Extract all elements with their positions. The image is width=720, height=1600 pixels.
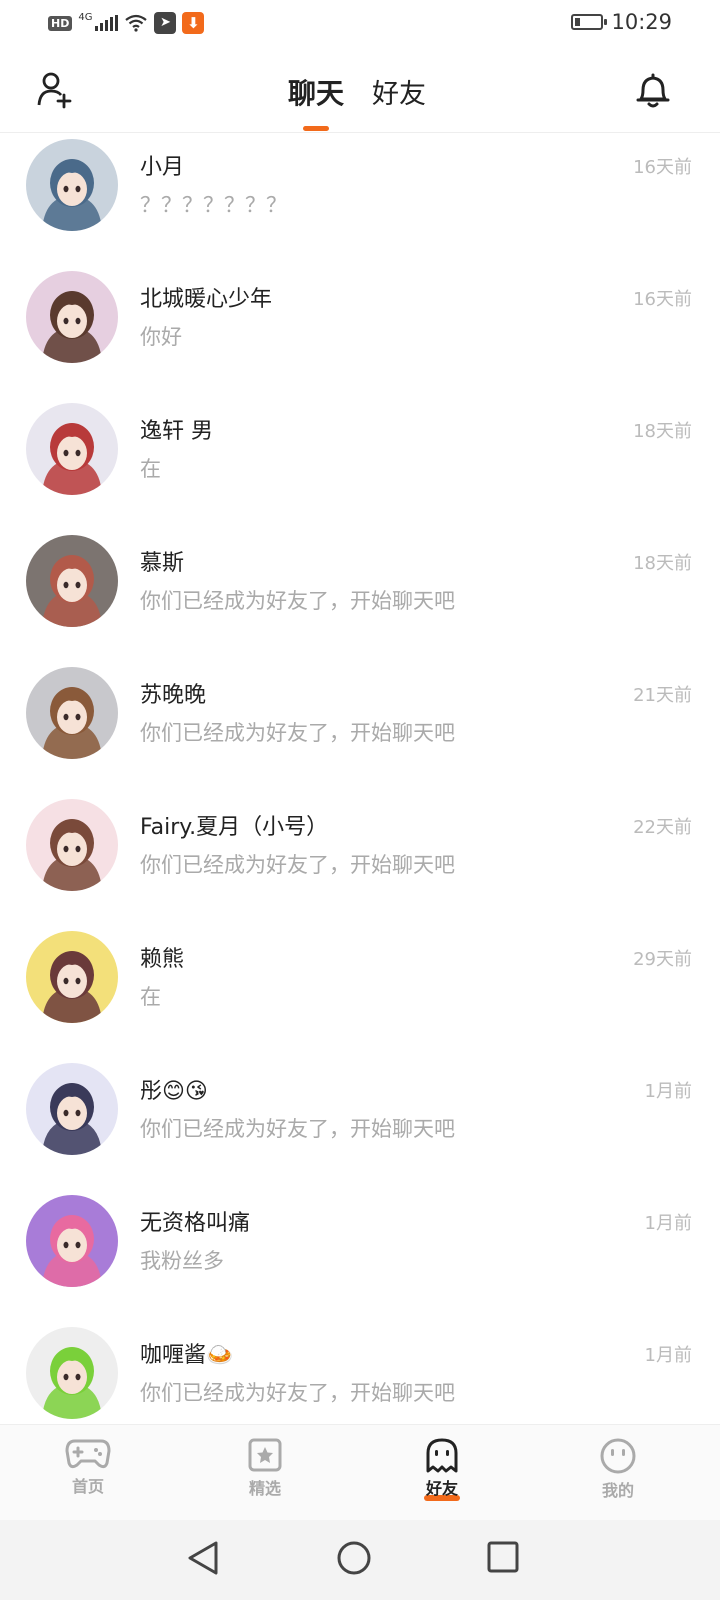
contact-name: 无资格叫痛	[140, 1211, 251, 1236]
message-time: 1月前	[644, 1213, 692, 1234]
hd-badge: HD	[48, 15, 73, 31]
last-message: 我粉丝多	[140, 1249, 224, 1273]
last-message: 你们已经成为好友了，开始聊天吧	[140, 853, 455, 877]
back-icon[interactable]	[186, 1540, 220, 1576]
chat-list-item[interactable]: 北城暖心少年 你好 16天前	[0, 265, 720, 397]
ghost-icon	[426, 1438, 458, 1473]
home-circle-icon[interactable]	[336, 1540, 372, 1576]
avatar[interactable]	[26, 799, 118, 891]
contact-name: 北城暖心少年	[140, 287, 273, 312]
app-notification-icon: ➤	[154, 12, 177, 34]
avatar[interactable]	[26, 931, 118, 1023]
message-time: 16天前	[633, 289, 692, 310]
status-bar: HD 4G ➤ ⬇ 10:29	[0, 0, 720, 50]
active-tab-indicator	[303, 126, 329, 131]
chat-list-item[interactable]: Fairy.夏月（小号） 你们已经成为好友了，开始聊天吧 22天前	[0, 793, 720, 925]
message-time: 18天前	[633, 553, 692, 574]
message-time: 1月前	[644, 1345, 692, 1366]
tab-chat[interactable]: 聊天	[288, 72, 344, 112]
avatar[interactable]	[26, 271, 118, 363]
message-time: 29天前	[633, 949, 692, 970]
clock: 10:29	[611, 10, 672, 34]
status-left: HD 4G ➤ ⬇	[48, 11, 205, 34]
chat-list-item[interactable]: 小月 ？？？？？？？ 16天前	[0, 133, 720, 265]
last-message: 你们已经成为好友了，开始聊天吧	[140, 1117, 455, 1141]
nav-featured[interactable]: 精选	[225, 1437, 305, 1499]
avatar[interactable]	[26, 403, 118, 495]
chat-list-item[interactable]: 赖熊在 29天前	[0, 925, 720, 1057]
avatar[interactable]	[26, 139, 118, 231]
last-message: 你们已经成为好友了，开始聊天吧	[140, 589, 455, 613]
avatar[interactable]	[26, 1195, 118, 1287]
avatar[interactable]	[26, 1063, 118, 1155]
message-time: 22天前	[633, 817, 692, 838]
chat-list-item[interactable]: 苏晚晚你们已经成为好友了，开始聊天吧 21天前	[0, 661, 720, 793]
network-type: 4G	[78, 11, 93, 23]
avatar[interactable]	[26, 667, 118, 759]
chat-list-item[interactable]: 彤😊😘 你们已经成为好友了，开始聊天吧 1月前	[0, 1057, 720, 1189]
star-card-icon	[248, 1438, 282, 1472]
contact-name: 慕斯	[140, 551, 185, 576]
contact-name: Fairy.夏月（小号）	[140, 815, 329, 840]
contact-name: 咖喱酱🍛	[140, 1343, 234, 1368]
chat-list-item[interactable]: 逸轩 男在 18天前	[0, 397, 720, 529]
nav-home-label: 首页	[71, 1477, 104, 1496]
last-message: 在	[140, 457, 161, 481]
face-icon	[600, 1438, 636, 1474]
bottom-nav: 首页 精选 好友 我的	[0, 1424, 720, 1521]
nav-friends[interactable]: 好友	[402, 1437, 482, 1501]
tab-friends[interactable]: 好友	[372, 72, 426, 111]
last-message: 你好	[140, 325, 182, 349]
last-message: 你们已经成为好友了，开始聊天吧	[140, 1381, 455, 1405]
top-header: 聊天 好友	[0, 50, 720, 133]
contact-name: 赖熊	[140, 947, 185, 972]
message-time: 16天前	[633, 157, 692, 178]
chat-list-item[interactable]: 慕斯你们已经成为好友了，开始聊天吧 18天前	[0, 529, 720, 661]
nav-friends-label: 好友	[425, 1479, 458, 1498]
tab-bar: 聊天 好友	[0, 50, 720, 133]
avatar[interactable]	[26, 1327, 118, 1419]
message-time: 18天前	[633, 421, 692, 442]
last-message: ？？？？？？？	[140, 193, 287, 217]
recents-icon[interactable]	[487, 1540, 519, 1574]
battery-icon	[571, 14, 608, 30]
message-time: 1月前	[644, 1081, 692, 1102]
message-time: 21天前	[633, 685, 692, 706]
last-message: 在	[140, 985, 161, 1009]
nav-me[interactable]: 我的	[578, 1437, 658, 1501]
chat-list-item[interactable]: 无资格叫痛我粉丝多 1月前	[0, 1189, 720, 1321]
status-right: 10:29	[571, 10, 672, 34]
gamepad-icon	[65, 1439, 111, 1469]
nav-me-label: 我的	[601, 1481, 634, 1500]
avatar[interactable]	[26, 535, 118, 627]
nav-home[interactable]: 首页	[48, 1437, 128, 1497]
last-message: 你们已经成为好友了，开始聊天吧	[140, 721, 455, 745]
contact-name: 苏晚晚	[140, 683, 207, 708]
bell-icon[interactable]	[634, 70, 672, 110]
nav-featured-label: 精选	[248, 1479, 281, 1498]
download-notification-icon: ⬇	[182, 12, 205, 34]
wifi-icon	[125, 14, 148, 32]
chat-list: 小月？？？？？？？ 16天前 北城暖心少年 你好 16天前 逸轩 男在 18天前 慕斯 你们已经…	[0, 133, 720, 1453]
system-nav-bar	[0, 1520, 720, 1600]
signal-icon	[95, 15, 119, 31]
contact-name: 彤😊😘	[140, 1079, 208, 1104]
contact-name: 逸轩 男	[140, 419, 213, 444]
contact-name: 小月	[140, 155, 185, 180]
